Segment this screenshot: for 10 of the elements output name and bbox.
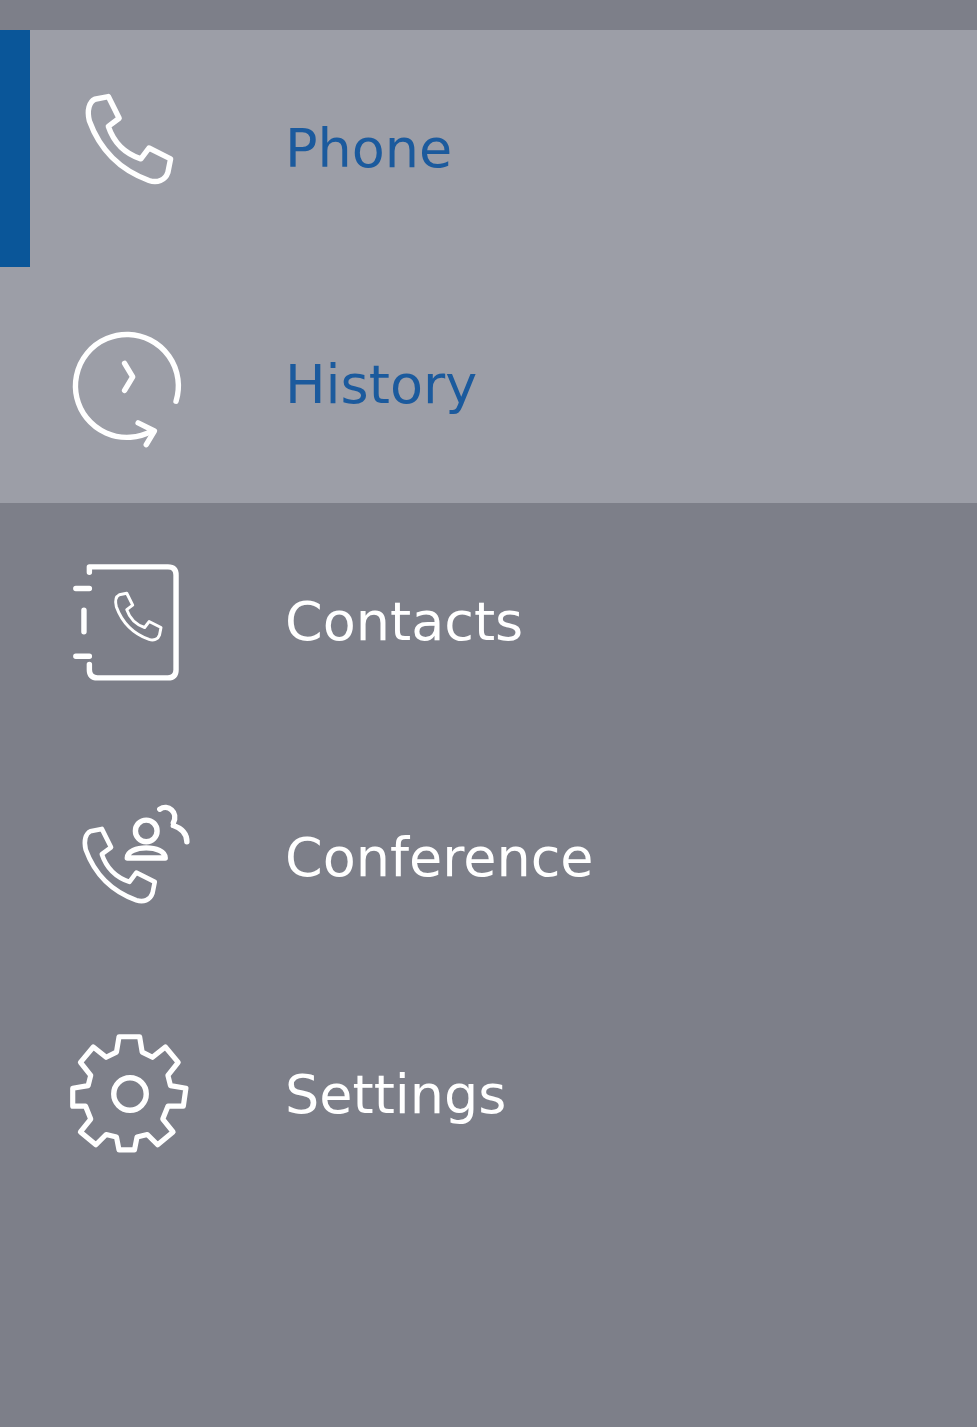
nav-item[interactable]: Conference	[0, 739, 977, 976]
nav-label: History	[285, 353, 478, 417]
nav-item[interactable]: Phone	[0, 30, 977, 267]
nav-label: Settings	[285, 1062, 507, 1126]
nav-label: Conference	[285, 826, 594, 890]
nav-label: Phone	[285, 116, 453, 180]
nav-label: Contacts	[285, 589, 524, 653]
nav-item[interactable]: Settings	[0, 976, 977, 1213]
nav-item[interactable]: History	[0, 266, 977, 503]
nav-item[interactable]: Contacts	[0, 503, 977, 740]
